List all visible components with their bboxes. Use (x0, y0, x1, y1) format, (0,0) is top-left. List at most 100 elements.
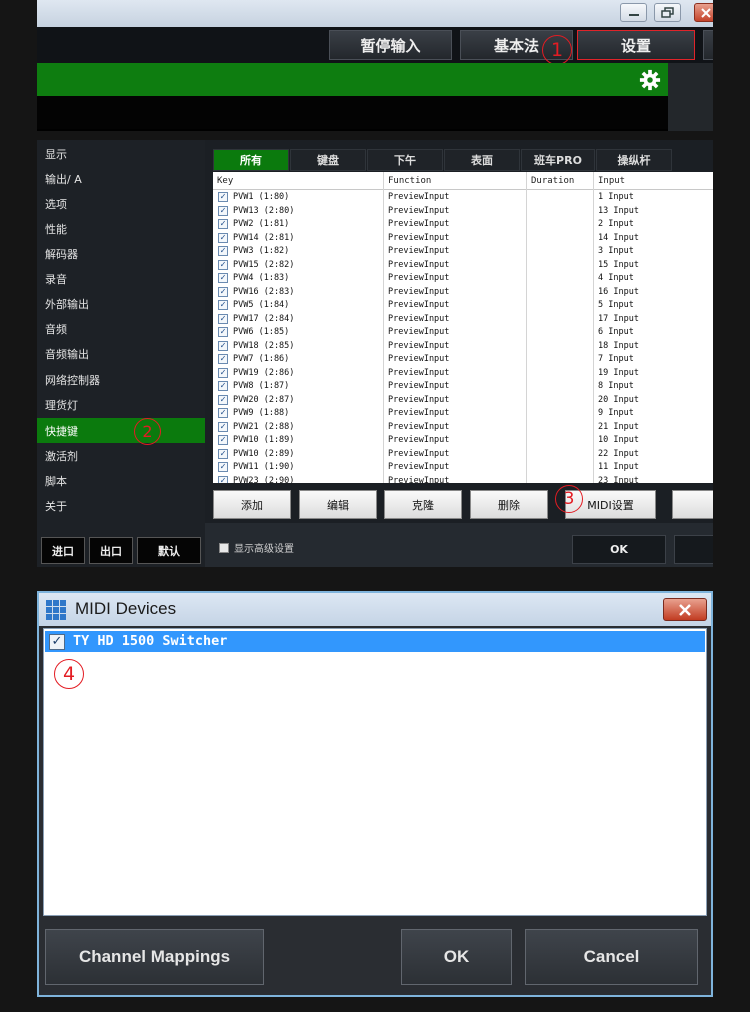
delete-button[interactable]: 删除 (470, 490, 548, 519)
cell-key: PVW10 (1:89) (233, 435, 295, 445)
column-header-duration[interactable]: Duration (531, 176, 574, 186)
column-header-key[interactable]: Key (217, 176, 233, 186)
restore-button[interactable] (654, 3, 681, 22)
row-checkbox[interactable]: ✓ (218, 300, 228, 310)
table-row[interactable]: ✓ PVW1 (1:80) PreviewInput 1 Input (213, 191, 713, 205)
sidebar-item-audio[interactable]: 音频 (37, 316, 205, 341)
table-row[interactable]: ✓ PVW9 (1:88) PreviewInput 9 Input (213, 407, 713, 421)
cancel-button-partial[interactable] (674, 535, 713, 564)
row-checkbox[interactable]: ✓ (218, 259, 228, 270)
row-checkbox[interactable]: ✓ (218, 421, 228, 432)
row-checkbox[interactable]: ✓ (218, 340, 228, 351)
sidebar-item-activators[interactable]: 激活剂 (37, 443, 205, 468)
tab-joystick[interactable]: 操纵杆 (596, 149, 672, 171)
table-row[interactable]: ✓ PVW17 (2:84) PreviewInput 17 Input (213, 313, 713, 327)
app-grid-icon (46, 600, 66, 620)
row-checkbox[interactable]: ✓ (218, 205, 228, 216)
table-row[interactable]: ✓ PVW10 (2:89) PreviewInput 22 Input (213, 448, 713, 462)
table-row[interactable]: ✓ PVW15 (2:82) PreviewInput 15 Input (213, 259, 713, 273)
minimize-button[interactable] (620, 3, 647, 22)
sidebar-item-about[interactable]: 关于 (37, 493, 205, 518)
close-button[interactable] (694, 3, 713, 22)
table-row[interactable]: ✓ PVW6 (1:85) PreviewInput 6 Input (213, 326, 713, 340)
sidebar-item-performance[interactable]: 性能 (37, 216, 205, 241)
row-checkbox[interactable]: ✓ (218, 462, 228, 472)
more-button[interactable] (672, 490, 713, 519)
table-row[interactable]: ✓ PVW4 (1:83) PreviewInput 4 Input (213, 272, 713, 286)
device-checkbox[interactable]: ✓ (49, 634, 65, 650)
column-header-input[interactable]: Input (598, 176, 625, 186)
table-row[interactable]: ✓ PVW2 (1:81) PreviewInput 2 Input (213, 218, 713, 232)
column-header-function[interactable]: Function (388, 176, 431, 186)
dialog-close-button[interactable] (663, 598, 707, 621)
channel-mappings-button[interactable]: Channel Mappings (45, 929, 264, 985)
sidebar-item-external-output[interactable]: 外部输出 (37, 291, 205, 316)
row-checkbox[interactable]: ✓ (218, 327, 228, 337)
table-row[interactable]: ✓ PVW21 (2:88) PreviewInput 21 Input (213, 421, 713, 435)
sidebar-item-scripts[interactable]: 脚本 (37, 468, 205, 493)
row-checkbox[interactable]: ✓ (218, 313, 228, 324)
import-button[interactable]: 进口 (41, 537, 85, 564)
table-row[interactable]: ✓ PVW3 (1:82) PreviewInput 3 Input (213, 245, 713, 259)
tab-afternoon[interactable]: 下午 (367, 149, 443, 171)
row-checkbox[interactable]: ✓ (218, 219, 228, 229)
row-checkbox[interactable]: ✓ (218, 475, 228, 483)
add-button[interactable]: 添加 (213, 490, 291, 519)
sidebar-item-decoder[interactable]: 解码器 (37, 241, 205, 266)
show-advanced-checkbox[interactable]: 显示高级设置 (219, 540, 294, 555)
table-row[interactable]: ✓ PVW14 (2:81) PreviewInput 14 Input (213, 232, 713, 246)
sidebar-item-audio-output[interactable]: 音频输出 (37, 341, 205, 366)
export-button[interactable]: 出口 (89, 537, 133, 564)
sidebar-item-display[interactable]: 显示 (37, 141, 205, 166)
row-checkbox[interactable]: ✓ (218, 286, 228, 297)
sidebar-item-shortcuts[interactable]: 快捷键 (37, 418, 205, 443)
table-row[interactable]: ✓ PVW20 (2:87) PreviewInput 20 Input (213, 394, 713, 408)
table-row[interactable]: ✓ PVW13 (2:80) PreviewInput 13 Input (213, 205, 713, 219)
tab-surface[interactable]: 表面 (444, 149, 520, 171)
gear-icon[interactable] (639, 69, 661, 91)
edit-button[interactable]: 编辑 (299, 490, 377, 519)
row-checkbox[interactable]: ✓ (218, 246, 228, 256)
list-item[interactable]: ✓ TY HD 1500 Switcher (45, 631, 705, 652)
show-advanced-label: 显示高级设置 (234, 544, 294, 555)
pause-input-button[interactable]: 暂停输入 (329, 30, 452, 60)
row-checkbox[interactable]: ✓ (218, 367, 228, 378)
table-row[interactable]: ✓ PVW7 (1:86) PreviewInput 7 Input (213, 353, 713, 367)
table-row[interactable]: ✓ PVW19 (2:86) PreviewInput 19 Input (213, 367, 713, 381)
table-row[interactable]: ✓ PVW5 (1:84) PreviewInput 5 Input (213, 299, 713, 313)
settings-button[interactable]: 设置 (577, 30, 695, 60)
sidebar-item-network-controller[interactable]: 网络控制器 (37, 367, 205, 392)
tab-all[interactable]: 所有 (213, 149, 289, 171)
table-row[interactable]: ✓ PVW18 (2:85) PreviewInput 18 Input (213, 340, 713, 354)
table-row[interactable]: ✓ PVW11 (1:90) PreviewInput 11 Input (213, 461, 713, 475)
sidebar-item-tally-light[interactable]: 理货灯 (37, 392, 205, 417)
row-checkbox[interactable]: ✓ (218, 408, 228, 418)
sidebar-item-output[interactable]: 输出/ A (37, 166, 205, 191)
cell-key: PVW19 (2:86) (233, 367, 295, 378)
default-button[interactable]: 默认 (137, 537, 201, 564)
row-checkbox[interactable]: ✓ (218, 354, 228, 364)
row-checkbox[interactable]: ✓ (218, 435, 228, 445)
checkbox-box[interactable] (219, 542, 229, 553)
row-checkbox[interactable]: ✓ (218, 381, 228, 391)
row-checkbox[interactable]: ✓ (218, 232, 228, 243)
tab-shuttle-pro[interactable]: 班车PRO (521, 149, 595, 171)
table-row[interactable]: ✓ PVW16 (2:83) PreviewInput 16 Input (213, 286, 713, 300)
ok-button[interactable]: OK (572, 535, 666, 564)
table-row[interactable]: ✓ PVW10 (1:89) PreviewInput 10 Input (213, 434, 713, 448)
dialog-cancel-button[interactable]: Cancel (525, 929, 698, 985)
cell-input: 9 Input (598, 408, 634, 418)
table-row[interactable]: ✓ PVW8 (1:87) PreviewInput 8 Input (213, 380, 713, 394)
clone-button[interactable]: 克隆 (384, 490, 462, 519)
row-checkbox[interactable]: ✓ (218, 192, 228, 202)
midi-devices-dialog: MIDI Devices ✓ TY HD 1500 Switcher 4 Cha… (37, 591, 713, 997)
dialog-ok-button[interactable]: OK (401, 929, 512, 985)
toolbar-overflow-button[interactable] (703, 30, 713, 60)
sidebar-item-recording[interactable]: 录音 (37, 266, 205, 291)
row-checkbox[interactable]: ✓ (218, 448, 228, 459)
row-checkbox[interactable]: ✓ (218, 273, 228, 283)
sidebar-item-options[interactable]: 选项 (37, 191, 205, 216)
tab-keyboard[interactable]: 键盘 (290, 149, 366, 171)
row-checkbox[interactable]: ✓ (218, 394, 228, 405)
table-row[interactable]: ✓ PVW23 (2:90) PreviewInput 23 Input (213, 475, 713, 483)
